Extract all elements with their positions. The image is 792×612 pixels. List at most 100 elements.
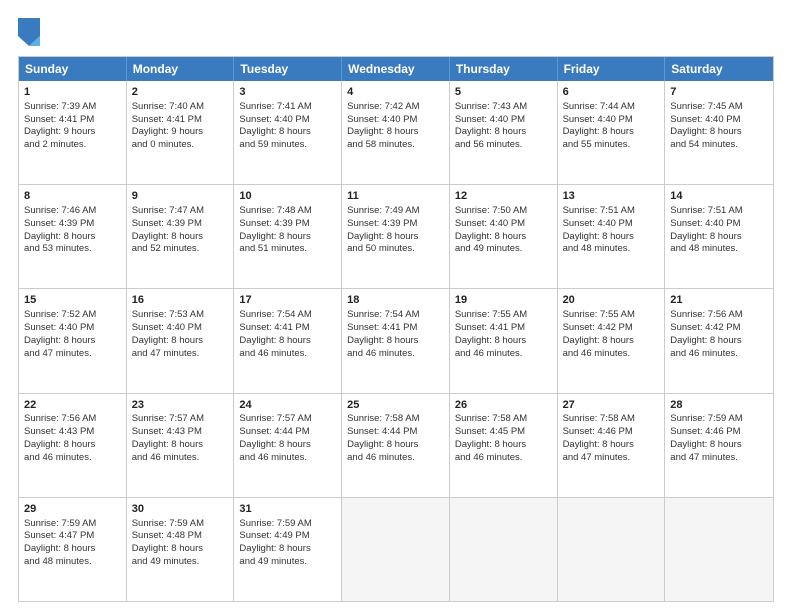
day-number: 4	[347, 85, 444, 100]
day-info: Daylight: 8 hours	[455, 126, 552, 139]
day-number: 12	[455, 189, 552, 204]
day-info: Sunset: 4:42 PM	[563, 322, 660, 335]
day-number: 13	[563, 189, 660, 204]
day-info: Sunset: 4:40 PM	[670, 218, 768, 231]
day-info: and 49 minutes.	[455, 243, 552, 256]
day-info: and 46 minutes.	[239, 348, 336, 361]
day-info: Sunrise: 7:59 AM	[670, 413, 768, 426]
day-number: 6	[563, 85, 660, 100]
day-info: Sunrise: 7:55 AM	[455, 309, 552, 322]
day-info: Sunrise: 7:56 AM	[670, 309, 768, 322]
calendar-row: 15Sunrise: 7:52 AMSunset: 4:40 PMDayligh…	[19, 288, 773, 392]
day-info: Sunset: 4:39 PM	[24, 218, 121, 231]
day-info: Sunrise: 7:52 AM	[24, 309, 121, 322]
calendar: SundayMondayTuesdayWednesdayThursdayFrid…	[18, 56, 774, 602]
day-info: Sunset: 4:39 PM	[239, 218, 336, 231]
day-info: Sunset: 4:40 PM	[24, 322, 121, 335]
day-info: Sunset: 4:46 PM	[563, 426, 660, 439]
day-info: Sunset: 4:40 PM	[455, 114, 552, 127]
calendar-cell: 8Sunrise: 7:46 AMSunset: 4:39 PMDaylight…	[19, 185, 127, 288]
day-info: and 50 minutes.	[347, 243, 444, 256]
calendar-cell: 22Sunrise: 7:56 AMSunset: 4:43 PMDayligh…	[19, 394, 127, 497]
day-info: Daylight: 8 hours	[455, 335, 552, 348]
day-info: Sunrise: 7:51 AM	[563, 205, 660, 218]
day-info: Sunrise: 7:43 AM	[455, 101, 552, 114]
day-number: 28	[670, 398, 768, 413]
day-info: Sunrise: 7:49 AM	[347, 205, 444, 218]
day-info: Sunset: 4:41 PM	[455, 322, 552, 335]
day-info: Daylight: 8 hours	[563, 439, 660, 452]
day-info: Sunrise: 7:55 AM	[563, 309, 660, 322]
day-number: 3	[239, 85, 336, 100]
weekday-header: Sunday	[19, 57, 127, 81]
day-info: Sunset: 4:42 PM	[670, 322, 768, 335]
page-header	[18, 18, 774, 46]
day-info: Sunset: 4:43 PM	[24, 426, 121, 439]
calendar-row: 8Sunrise: 7:46 AMSunset: 4:39 PMDaylight…	[19, 184, 773, 288]
day-info: Sunrise: 7:53 AM	[132, 309, 229, 322]
day-info: Sunset: 4:39 PM	[347, 218, 444, 231]
calendar-row: 22Sunrise: 7:56 AMSunset: 4:43 PMDayligh…	[19, 393, 773, 497]
day-number: 17	[239, 293, 336, 308]
day-number: 26	[455, 398, 552, 413]
day-number: 23	[132, 398, 229, 413]
day-info: Sunset: 4:43 PM	[132, 426, 229, 439]
calendar-cell: 11Sunrise: 7:49 AMSunset: 4:39 PMDayligh…	[342, 185, 450, 288]
calendar-cell	[665, 498, 773, 601]
day-info: Sunrise: 7:48 AM	[239, 205, 336, 218]
day-info: and 48 minutes.	[563, 243, 660, 256]
day-info: Sunrise: 7:50 AM	[455, 205, 552, 218]
calendar-cell	[342, 498, 450, 601]
calendar-header: SundayMondayTuesdayWednesdayThursdayFrid…	[19, 57, 773, 81]
day-info: and 0 minutes.	[132, 139, 229, 152]
day-info: Sunrise: 7:58 AM	[347, 413, 444, 426]
day-info: Sunset: 4:48 PM	[132, 530, 229, 543]
calendar-cell: 18Sunrise: 7:54 AMSunset: 4:41 PMDayligh…	[342, 289, 450, 392]
day-info: and 48 minutes.	[670, 243, 768, 256]
day-info: and 59 minutes.	[239, 139, 336, 152]
calendar-cell: 21Sunrise: 7:56 AMSunset: 4:42 PMDayligh…	[665, 289, 773, 392]
day-info: Sunrise: 7:45 AM	[670, 101, 768, 114]
day-info: Daylight: 9 hours	[24, 126, 121, 139]
day-info: Sunset: 4:41 PM	[239, 322, 336, 335]
weekday-header: Wednesday	[342, 57, 450, 81]
day-info: Sunset: 4:44 PM	[239, 426, 336, 439]
day-number: 27	[563, 398, 660, 413]
day-info: Daylight: 8 hours	[347, 231, 444, 244]
day-info: Sunrise: 7:42 AM	[347, 101, 444, 114]
day-info: Sunrise: 7:47 AM	[132, 205, 229, 218]
day-info: and 54 minutes.	[670, 139, 768, 152]
calendar-cell: 2Sunrise: 7:40 AMSunset: 4:41 PMDaylight…	[127, 81, 235, 184]
day-info: Daylight: 8 hours	[455, 439, 552, 452]
day-info: Sunrise: 7:51 AM	[670, 205, 768, 218]
day-info: Daylight: 8 hours	[670, 231, 768, 244]
day-info: Sunset: 4:41 PM	[24, 114, 121, 127]
day-info: Daylight: 8 hours	[347, 126, 444, 139]
day-info: and 46 minutes.	[24, 452, 121, 465]
day-number: 31	[239, 502, 336, 517]
weekday-header: Friday	[558, 57, 666, 81]
day-info: and 47 minutes.	[132, 348, 229, 361]
day-info: Sunset: 4:40 PM	[132, 322, 229, 335]
day-number: 20	[563, 293, 660, 308]
calendar-cell	[558, 498, 666, 601]
day-number: 14	[670, 189, 768, 204]
day-info: and 49 minutes.	[239, 556, 336, 569]
weekday-header: Monday	[127, 57, 235, 81]
day-info: Daylight: 8 hours	[132, 543, 229, 556]
calendar-cell: 15Sunrise: 7:52 AMSunset: 4:40 PMDayligh…	[19, 289, 127, 392]
day-info: Daylight: 9 hours	[132, 126, 229, 139]
day-number: 24	[239, 398, 336, 413]
day-number: 8	[24, 189, 121, 204]
day-number: 21	[670, 293, 768, 308]
calendar-row: 1Sunrise: 7:39 AMSunset: 4:41 PMDaylight…	[19, 81, 773, 184]
day-info: Daylight: 8 hours	[670, 335, 768, 348]
calendar-cell	[450, 498, 558, 601]
day-info: and 48 minutes.	[24, 556, 121, 569]
day-info: Sunset: 4:39 PM	[132, 218, 229, 231]
day-info: Daylight: 8 hours	[24, 231, 121, 244]
calendar-cell: 6Sunrise: 7:44 AMSunset: 4:40 PMDaylight…	[558, 81, 666, 184]
day-info: Sunset: 4:47 PM	[24, 530, 121, 543]
day-info: and 46 minutes.	[132, 452, 229, 465]
calendar-cell: 17Sunrise: 7:54 AMSunset: 4:41 PMDayligh…	[234, 289, 342, 392]
